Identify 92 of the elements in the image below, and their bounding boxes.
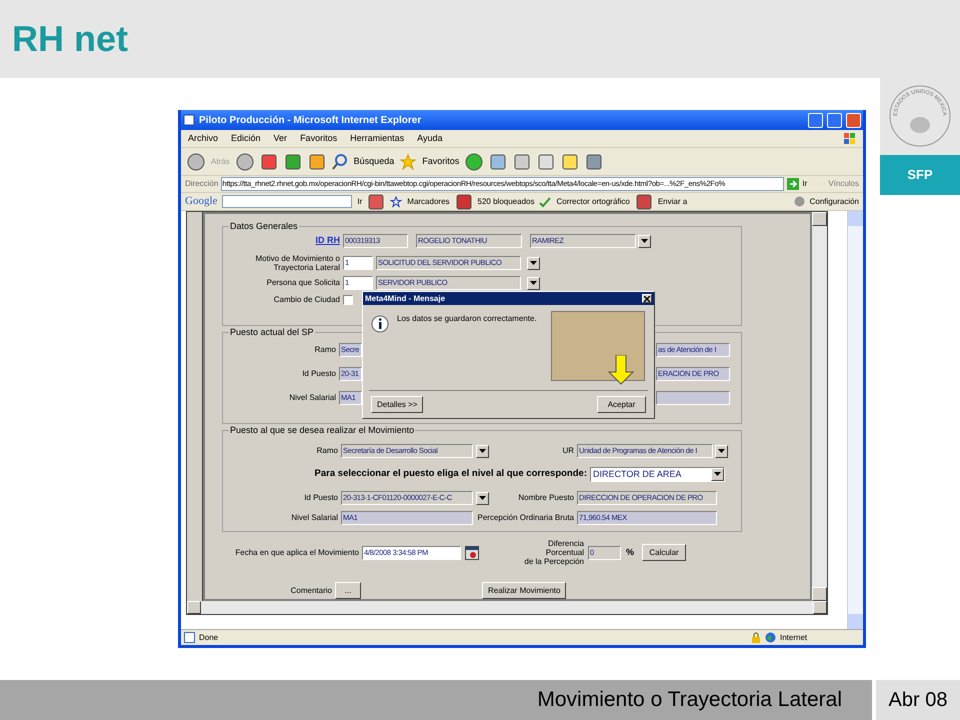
dropdown-button[interactable] (476, 492, 489, 504)
bookmarks-button[interactable]: Marcadores (407, 196, 450, 208)
details-button[interactable]: Detalles >> (371, 396, 424, 413)
maximize-button[interactable] (827, 112, 842, 128)
window-title: Piloto Producción - Microsoft Internet Explorer (199, 114, 422, 128)
footer-title: Movimiento o Trayectoria Lateral (537, 687, 842, 714)
scrollbar[interactable] (847, 211, 863, 629)
go-button[interactable]: Ir (802, 178, 808, 190)
page-icon (184, 632, 195, 643)
spellcheck-icon[interactable] (539, 196, 552, 208)
down-arrow-icon (608, 355, 634, 385)
text-field[interactable] (656, 391, 730, 405)
spellcheck-button[interactable]: Corrector ortográfico (556, 196, 630, 208)
zone-text: Internet (780, 632, 808, 644)
google-logo: Google (185, 194, 218, 210)
page-icon (183, 114, 195, 126)
calendar-icon[interactable] (465, 546, 479, 560)
field-label: Nivel Salarial (291, 512, 338, 524)
accept-button[interactable]: Aceptar (597, 396, 646, 413)
address-label: Dirección (185, 178, 218, 190)
go-icon[interactable] (787, 178, 800, 190)
field-label: Comentario (290, 584, 332, 596)
menu-item[interactable]: Favoritos (300, 132, 338, 146)
close-icon (644, 296, 650, 302)
field-label: Cambio de Ciudad (274, 294, 340, 306)
field-label: Fecha en que aplica el Movimiento (235, 546, 359, 558)
group-legend: Puesto actual del SP (229, 326, 315, 338)
info-icon (371, 315, 389, 335)
caret-icon (714, 472, 721, 477)
id-link[interactable]: ID RH (316, 234, 340, 248)
select-value: DIRECTOR DE AREA (593, 468, 682, 481)
field-label: UR (562, 445, 574, 457)
dropdown-button[interactable] (715, 444, 728, 458)
dropdown-button[interactable] (527, 256, 540, 270)
field-label: Id Puesto (304, 492, 338, 504)
calculate-button[interactable]: Calcular (642, 544, 686, 561)
field-label: Motivo de Movimiento o Trayectoria Lateral (256, 254, 340, 272)
dialog-title: Meta4Mind - Mensaje (365, 292, 446, 304)
footer-date: Abr 08 (888, 688, 948, 713)
caret-icon (530, 280, 537, 286)
star-icon[interactable] (390, 196, 402, 208)
field-label: Nivel Salarial (289, 392, 336, 404)
group-legend: Datos Generales (229, 220, 299, 232)
caret-icon (479, 496, 486, 500)
go-button[interactable]: Ir (357, 196, 362, 208)
field-label: Persona que Solicita (266, 277, 340, 289)
caret-icon (530, 260, 537, 266)
close-button[interactable] (642, 294, 652, 303)
lock-icon (751, 632, 761, 643)
blocked-count[interactable]: 520 bloqueados (478, 196, 534, 208)
field-label: Nombre Puesto (518, 492, 574, 504)
submit-button[interactable]: Realizar Movimiento (482, 582, 566, 599)
field-label: Percepción Ordinaria Bruta (478, 512, 574, 524)
globe-icon (765, 632, 776, 643)
minimize-button[interactable] (808, 112, 823, 128)
field-label: Ramo (316, 445, 338, 457)
caret-icon (718, 448, 725, 454)
links-label[interactable]: Vínculos (828, 178, 859, 190)
search-icon[interactable] (332, 154, 348, 170)
google-search-field[interactable] (222, 195, 352, 208)
field-label: Ramo (314, 344, 336, 356)
field-label: Id Puesto (302, 368, 336, 380)
send-button[interactable]: Enviar a (658, 196, 688, 208)
slide-title: RH net (12, 17, 128, 61)
dropdown-button[interactable] (711, 468, 724, 481)
status-text: Done (199, 632, 220, 644)
menu-item[interactable]: Edición (231, 132, 261, 146)
field-label: Diferencia Porcentual de la Percepción (523, 539, 584, 566)
search-button[interactable]: Búsqueda (354, 154, 394, 168)
scrollbar[interactable] (187, 601, 827, 614)
scrollbar[interactable] (812, 212, 827, 601)
menu-item[interactable]: Ayuda (417, 132, 442, 146)
dialog-message: Los datos se guardaron correctamente. (397, 313, 538, 325)
comment-button[interactable]: ... (335, 582, 361, 599)
menu-item[interactable]: Ver (274, 132, 288, 146)
settings-button[interactable]: Configuración (810, 196, 859, 208)
dropdown-button[interactable] (476, 444, 489, 458)
caret-icon (641, 238, 648, 244)
logo-text: SFP (907, 166, 933, 184)
dropdown-button[interactable] (638, 234, 651, 248)
menu-item[interactable]: Archivo (188, 132, 218, 146)
flag-logo-icon (844, 132, 856, 144)
menu-item[interactable]: Herramientas (350, 132, 404, 146)
favorites-button[interactable]: Favoritos (422, 154, 460, 168)
level-select[interactable]: DIRECTOR DE AREA (590, 467, 725, 482)
star-icon[interactable] (400, 154, 416, 170)
checkbox[interactable] (343, 295, 353, 305)
dropdown-button[interactable] (527, 276, 540, 290)
caret-icon (479, 448, 486, 454)
field-label: Para seleccionar el puesto eliga el nivel al que corresponde: (314, 467, 587, 482)
percent-sign: % (626, 546, 634, 559)
group-legend: Puesto al que se desea realizar el Movimiento (229, 424, 416, 436)
